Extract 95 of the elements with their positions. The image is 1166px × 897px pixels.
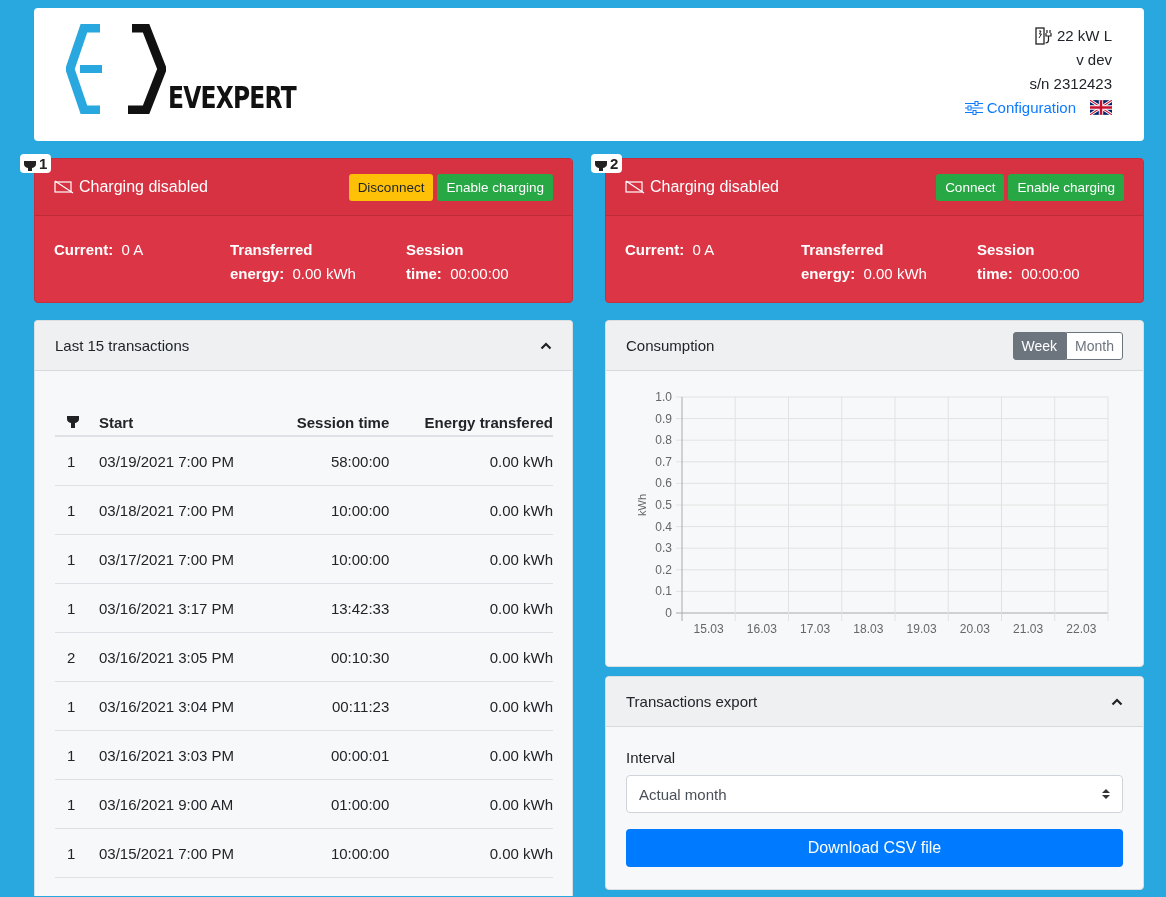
panel-title: Consumption bbox=[626, 337, 715, 354]
table-cell: 1 bbox=[55, 779, 99, 829]
status-text: Charging disabled bbox=[54, 178, 208, 196]
table-cell: 03/18/2021 7:00 PM bbox=[99, 485, 272, 535]
connector-badge: 2 bbox=[591, 154, 623, 173]
tick-label: 18.03 bbox=[853, 622, 884, 636]
table-cell: 1 bbox=[55, 730, 99, 780]
column-header: Session time bbox=[271, 391, 390, 436]
table-cell: 03/16/2021 9:00 AM bbox=[99, 779, 272, 829]
axis-label: kWh bbox=[636, 494, 648, 516]
field-label: Interval bbox=[626, 749, 677, 766]
action-button[interactable]: Enable charging bbox=[1008, 173, 1124, 201]
table-cell: 1 bbox=[55, 681, 99, 731]
disconnect-button[interactable]: Disconnect bbox=[348, 173, 434, 201]
chevron-up-icon[interactable] bbox=[540, 341, 552, 350]
action-button[interactable]: Enable charging bbox=[437, 173, 553, 201]
table-cell: 1 bbox=[55, 485, 99, 535]
stat-text: Transferred energy: 0.00 kWh bbox=[230, 240, 356, 284]
flag-icon[interactable] bbox=[1090, 100, 1112, 115]
table-cell: 00:10:30 bbox=[271, 632, 390, 682]
tick-label: 15.03 bbox=[693, 622, 724, 636]
stat-text: Current: 0 A bbox=[625, 240, 715, 260]
table-cell: 0.00 kWh bbox=[389, 828, 553, 878]
tick-label: 0.6 bbox=[655, 476, 672, 491]
charger-icon bbox=[1034, 26, 1053, 45]
period-tab[interactable]: Week bbox=[1012, 331, 1067, 360]
tick-label: 0.8 bbox=[655, 433, 672, 448]
table-cell: 03/17/2021 7:00 PM bbox=[99, 534, 272, 584]
table-cell: 01:00:00 bbox=[271, 779, 390, 829]
tick-label: 0.5 bbox=[655, 498, 672, 512]
table-cell: 1 bbox=[55, 436, 99, 486]
table-cell: 0.00 kWh bbox=[389, 730, 553, 780]
column-header: Energy transfered bbox=[389, 391, 553, 436]
panel-title: Last 15 transactions bbox=[55, 337, 190, 354]
stat-text: Session time: 00:00:00 bbox=[977, 240, 1080, 284]
period-tab[interactable]: Month bbox=[1066, 331, 1123, 360]
tick-label: 0.9 bbox=[655, 411, 672, 426]
tick-label: 22.03 bbox=[1066, 622, 1097, 636]
power-rating: 22 kW L bbox=[1056, 26, 1112, 45]
download-button[interactable]: Download CSV file bbox=[626, 829, 1123, 867]
table-cell: 2 bbox=[55, 632, 99, 682]
tick-label: 16.03 bbox=[746, 622, 777, 636]
logo-icon bbox=[66, 24, 166, 114]
tick-label: 20.03 bbox=[959, 622, 990, 636]
serial-number: s/n 2312423 bbox=[1029, 74, 1112, 93]
action-button[interactable]: Connect bbox=[936, 173, 1005, 201]
chevron-up-icon[interactable] bbox=[1111, 697, 1123, 706]
stat-text: Transferred energy: 0.00 kWh bbox=[801, 240, 927, 284]
tick-label: 17.03 bbox=[800, 622, 831, 636]
table-cell: 13:42:33 bbox=[271, 583, 390, 633]
table-cell: 10:00:00 bbox=[271, 828, 390, 878]
table-cell: 0.00 kWh bbox=[389, 632, 553, 682]
tick-label: 0 bbox=[665, 606, 672, 620]
table-cell: 0.00 kWh bbox=[389, 681, 553, 731]
table-cell: 10:00:00 bbox=[271, 485, 390, 535]
stat-text: Session time: 00:00:00 bbox=[406, 240, 509, 284]
table-cell: 0.00 kWh bbox=[389, 583, 553, 633]
table-cell: 03/16/2021 3:04 PM bbox=[99, 681, 272, 731]
battery-off-icon bbox=[625, 180, 645, 194]
tick-label: 19.03 bbox=[906, 622, 937, 636]
table-cell: 1 bbox=[55, 534, 99, 584]
status-text: Charging disabled bbox=[625, 178, 779, 196]
table-cell: 1 bbox=[55, 583, 99, 633]
tick-label: 1.0 bbox=[655, 390, 672, 404]
tick-label: 0.3 bbox=[655, 541, 672, 556]
table-cell: 00:11:23 bbox=[271, 681, 390, 731]
table-cell: 0.00 kWh bbox=[389, 534, 553, 584]
table-cell: 58:00:00 bbox=[271, 436, 390, 486]
table-cell: 03/16/2021 3:17 PM bbox=[99, 583, 272, 633]
select-arrows-icon bbox=[1102, 788, 1110, 800]
tick-label: 0.2 bbox=[655, 562, 672, 577]
tick-label: 21.03 bbox=[1013, 622, 1044, 636]
configuration-link[interactable]: Configuration bbox=[964, 98, 1076, 117]
sliders-icon bbox=[964, 100, 983, 115]
table-cell: 03/16/2021 3:03 PM bbox=[99, 730, 272, 780]
interval-select[interactable]: Actual month bbox=[626, 775, 1123, 813]
table-cell: 03/19/2021 7:00 PM bbox=[99, 436, 272, 486]
table-cell: 0.00 kWh bbox=[389, 485, 553, 535]
battery-off-icon bbox=[54, 180, 74, 194]
table-cell: 0.00 kWh bbox=[389, 779, 553, 829]
panel-title: Transactions export bbox=[626, 693, 758, 710]
version-text: v dev bbox=[1076, 50, 1112, 69]
table-cell: 03/15/2021 7:00 PM bbox=[99, 828, 272, 878]
column-header: Start bbox=[99, 391, 272, 436]
stat-text: Current: 0 A bbox=[54, 240, 144, 260]
logo-text: EVEXPERT bbox=[168, 80, 296, 115]
table-cell: 00:00:01 bbox=[271, 730, 390, 780]
table-cell: 03/16/2021 3:05 PM bbox=[99, 632, 272, 682]
table-cell: 10:00:00 bbox=[271, 534, 390, 584]
connector-badge: 1 bbox=[20, 154, 52, 173]
table-cell: 1 bbox=[55, 828, 99, 878]
table-cell: 0.00 kWh bbox=[389, 436, 553, 486]
tick-label: 0.7 bbox=[655, 454, 672, 469]
tick-label: 0.1 bbox=[655, 584, 672, 599]
tick-label: 0.4 bbox=[655, 519, 672, 534]
